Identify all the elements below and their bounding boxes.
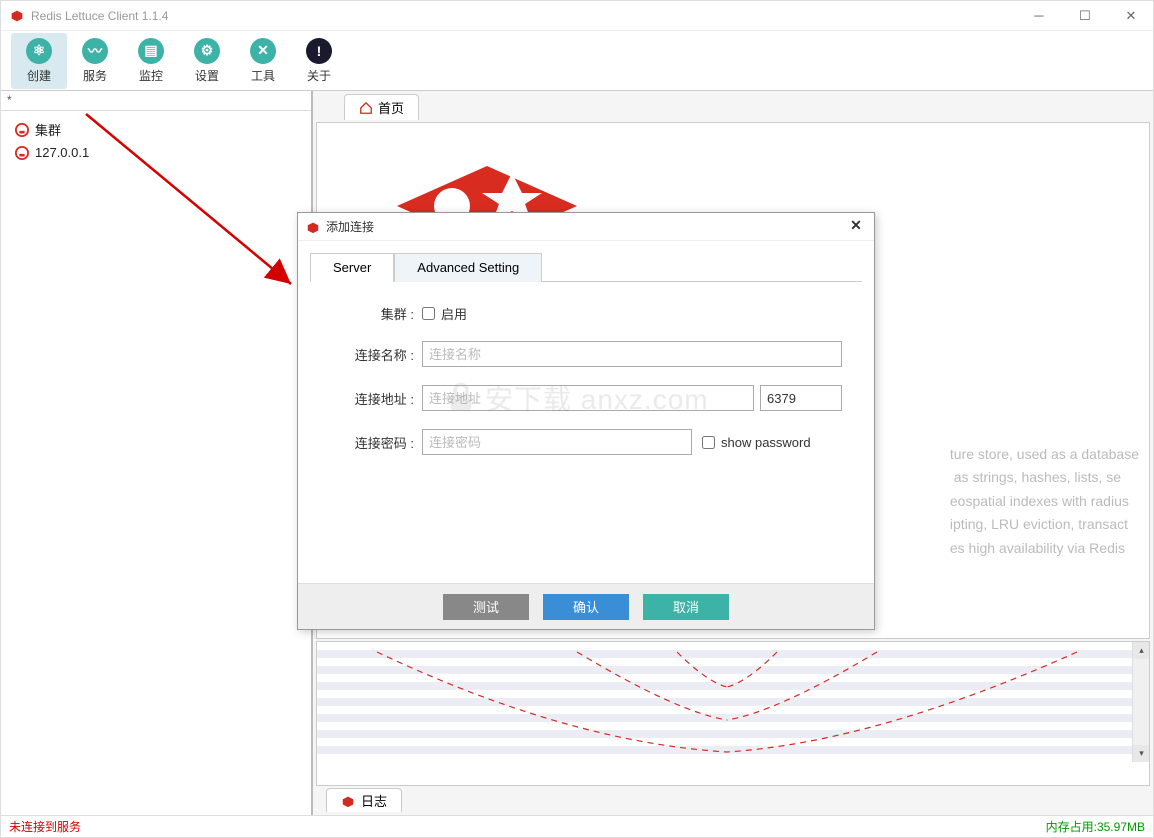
- status-connection: 未连接到服务: [9, 818, 81, 835]
- status-memory: 内存占用:35.97MB: [1046, 818, 1145, 835]
- dialog-icon: [306, 220, 320, 234]
- connection-form: 集群 : 启用 连接名称 : 连接地址 : 连接密码 :: [310, 282, 862, 495]
- toolbar-service[interactable]: 〰服务: [67, 33, 123, 89]
- tree-item-host[interactable]: 127.0.0.1: [13, 142, 299, 163]
- content-tabs: 首页: [316, 94, 1150, 120]
- connection-password-input[interactable]: [422, 429, 692, 455]
- monitor-icon: ▤: [138, 38, 164, 64]
- label-conn-name: 连接名称 :: [330, 345, 422, 364]
- toolbar-tools[interactable]: ✕工具: [235, 33, 291, 89]
- toolbar-settings[interactable]: ⚙设置: [179, 33, 235, 89]
- show-password-checkbox[interactable]: show password: [702, 435, 811, 450]
- window-controls: ─ ☐ ✕: [1025, 5, 1145, 27]
- dialog-title: 添加连接: [326, 218, 846, 235]
- tree-item-label: 127.0.0.1: [35, 145, 89, 160]
- toolbar-about[interactable]: !关于: [291, 33, 347, 89]
- sidebar: * 集群 127.0.0.1: [1, 91, 313, 815]
- tab-advanced-setting[interactable]: Advanced Setting: [394, 253, 542, 282]
- dialog-close-button[interactable]: ✕: [846, 217, 866, 237]
- tab-server[interactable]: Server: [310, 253, 394, 282]
- minimize-button[interactable]: ─: [1025, 5, 1053, 27]
- cluster-checkbox-input[interactable]: [422, 307, 435, 320]
- connection-address-input[interactable]: [422, 385, 754, 411]
- ok-button[interactable]: 确认: [543, 594, 629, 620]
- tab-home[interactable]: 首页: [344, 94, 419, 120]
- close-button[interactable]: ✕: [1117, 5, 1145, 27]
- wrench-icon: ✕: [250, 38, 276, 64]
- log-pane: ▴ ▾: [316, 641, 1150, 786]
- tree-item-label: 集群: [35, 120, 61, 139]
- dialog-tabs: Server Advanced Setting: [310, 253, 862, 282]
- connection-name-input[interactable]: [422, 341, 842, 367]
- status-bar: 未连接到服务 内存占用:35.97MB: [1, 815, 1153, 837]
- test-button[interactable]: 测试: [443, 594, 529, 620]
- log-icon: [341, 794, 355, 808]
- label-conn-addr: 连接地址 :: [330, 389, 422, 408]
- toolbar-create[interactable]: ⚛创建: [11, 33, 67, 89]
- tab-label: 首页: [378, 98, 404, 117]
- chart-lines-icon: [317, 642, 1149, 762]
- connection-port-input[interactable]: [760, 385, 842, 411]
- label-conn-pwd: 连接密码 :: [330, 433, 422, 452]
- window-title: Redis Lettuce Client 1.1.4: [31, 9, 1025, 23]
- maximize-button[interactable]: ☐: [1071, 5, 1099, 27]
- scroll-up-icon[interactable]: ▴: [1133, 642, 1150, 659]
- scroll-down-icon[interactable]: ▾: [1133, 745, 1150, 762]
- label-cluster: 集群 :: [330, 304, 422, 323]
- tree-item-cluster[interactable]: 集群: [13, 117, 299, 142]
- node-icon: [15, 146, 29, 160]
- dialog-footer: 测试 确认 取消: [298, 583, 874, 629]
- toolbar-monitor[interactable]: ▤监控: [123, 33, 179, 89]
- home-icon: [359, 101, 373, 115]
- info-icon: !: [306, 38, 332, 64]
- description-text: ture store, used as a database as string…: [950, 443, 1139, 560]
- log-scrollbar[interactable]: ▴ ▾: [1132, 642, 1149, 762]
- add-connection-dialog: 添加连接 ✕ Server Advanced Setting 集群 : 启用 连…: [297, 212, 875, 630]
- atom-icon: ⚛: [26, 38, 52, 64]
- tab-log[interactable]: 日志: [326, 788, 402, 812]
- sidebar-header: *: [1, 91, 311, 111]
- window-titlebar: Redis Lettuce Client 1.1.4 ─ ☐ ✕: [1, 1, 1153, 31]
- cancel-button[interactable]: 取消: [643, 594, 729, 620]
- dialog-body: Server Advanced Setting 集群 : 启用 连接名称 : 连…: [298, 241, 874, 583]
- node-icon: [15, 123, 29, 137]
- show-password-input[interactable]: [702, 436, 715, 449]
- gear-icon: ⚙: [194, 38, 220, 64]
- pulse-icon: 〰: [82, 38, 108, 64]
- dialog-titlebar: 添加连接 ✕: [298, 213, 874, 241]
- main-toolbar: ⚛创建 〰服务 ▤监控 ⚙设置 ✕工具 !关于: [1, 31, 1153, 91]
- log-tabs: 日志: [316, 788, 1150, 812]
- app-icon: [9, 8, 25, 24]
- tab-label: 日志: [361, 791, 387, 810]
- connection-tree: 集群 127.0.0.1: [1, 111, 311, 815]
- enable-cluster-checkbox[interactable]: 启用: [422, 304, 467, 323]
